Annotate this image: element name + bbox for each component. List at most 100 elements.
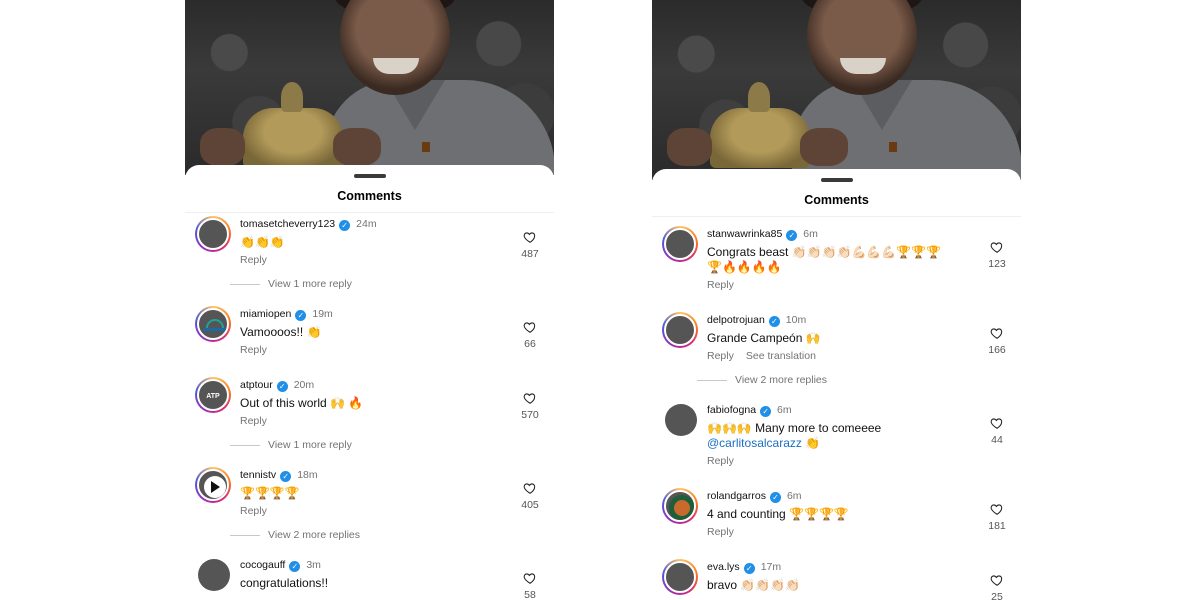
like-button[interactable]: 570 bbox=[510, 391, 550, 421]
like-count: 123 bbox=[988, 258, 1006, 270]
comment-text: Out of this world 🙌 🔥 bbox=[240, 396, 364, 410]
heart-outline-icon bbox=[523, 322, 536, 333]
tomas-avatar[interactable] bbox=[195, 216, 231, 252]
reply-button[interactable]: Reply bbox=[240, 415, 267, 427]
atp-logo-text: ATP bbox=[197, 379, 229, 411]
mention-link[interactable]: @carlitosalcarazz bbox=[707, 436, 802, 450]
view-replies-link[interactable]: View 2 more replies bbox=[230, 529, 360, 541]
heart-outline-icon bbox=[523, 573, 536, 584]
comments-sheet: Comments stanwawrinka85 ✓ 6m Congrats beas… bbox=[652, 169, 1021, 600]
comment-text: Congrats beast 👏🏻👏🏻👏🏻👏🏻💪🏻💪🏻💪🏻🏆🏆🏆 🏆🔥🔥🔥🔥 bbox=[707, 245, 942, 274]
like-button[interactable]: 405 bbox=[510, 481, 550, 511]
atp-tour-logo-avatar[interactable]: ATP bbox=[195, 377, 231, 413]
comment-username[interactable]: delpotrojuan bbox=[707, 314, 765, 326]
fabiofogna-avatar[interactable] bbox=[665, 404, 697, 436]
like-button[interactable]: 166 bbox=[977, 326, 1017, 356]
cocogauff-avatar[interactable] bbox=[198, 559, 230, 591]
like-button[interactable]: 181 bbox=[977, 502, 1017, 532]
comment-time: 18m bbox=[297, 469, 318, 481]
comment-username[interactable]: fabiofogna bbox=[707, 404, 756, 416]
view-replies-link[interactable]: View 1 more reply bbox=[230, 439, 352, 451]
comment-time: 17m bbox=[760, 561, 782, 573]
like-count: 166 bbox=[988, 344, 1006, 356]
comment-username[interactable]: miamiopen bbox=[240, 308, 291, 320]
comment-time: 19m bbox=[312, 308, 333, 320]
comment-username[interactable]: atptour bbox=[240, 379, 273, 391]
comment-text: 4 and counting 🏆🏆🏆🏆 bbox=[707, 507, 849, 521]
verified-badge-icon: ✓ bbox=[743, 563, 755, 574]
verified-badge-icon: ✓ bbox=[276, 381, 288, 392]
drag-handle[interactable] bbox=[353, 174, 386, 178]
reply-button[interactable]: Reply bbox=[240, 344, 267, 356]
like-count: 570 bbox=[521, 409, 539, 421]
title-divider bbox=[652, 216, 1021, 217]
comments-sheet: Comments tomasetcheverry123 ✓ 24m 👏👏👏 Repl… bbox=[185, 165, 554, 600]
stanwawrinka-avatar[interactable] bbox=[662, 226, 698, 262]
title-divider bbox=[185, 212, 554, 213]
reply-button[interactable]: Reply bbox=[707, 279, 734, 291]
see-translation-link[interactable]: See translation bbox=[746, 350, 816, 362]
sheet-title: Comments bbox=[804, 193, 869, 207]
verified-badge-icon: ✓ bbox=[289, 561, 301, 572]
like-count: 66 bbox=[524, 338, 536, 350]
comment-time: 6m bbox=[786, 490, 802, 502]
reply-button[interactable]: Reply bbox=[240, 254, 267, 266]
heart-outline-icon bbox=[523, 393, 536, 404]
reply-button[interactable]: Reply bbox=[240, 505, 267, 517]
comment-text: Vamoooos!! 👏 bbox=[240, 325, 322, 339]
reply-button[interactable]: Reply bbox=[707, 526, 734, 538]
verified-badge-icon: ✓ bbox=[769, 492, 781, 503]
post-photo bbox=[185, 0, 554, 175]
delpotro-avatar[interactable] bbox=[662, 312, 698, 348]
comment-time: 24m bbox=[356, 218, 377, 230]
view-replies-link[interactable]: View 2 more replies bbox=[697, 374, 827, 386]
like-button[interactable]: 123 bbox=[977, 240, 1017, 270]
verified-badge-icon: ✓ bbox=[768, 316, 780, 327]
like-button[interactable]: 66 bbox=[510, 320, 550, 350]
like-count: 487 bbox=[521, 248, 539, 260]
like-button[interactable]: 58 bbox=[510, 571, 550, 600]
reply-button[interactable]: Reply bbox=[707, 350, 734, 362]
heart-outline-icon bbox=[990, 418, 1003, 429]
comment-username[interactable]: rolandgarros bbox=[707, 490, 766, 502]
post-photo bbox=[652, 0, 1021, 180]
like-button[interactable]: 487 bbox=[510, 230, 550, 260]
comment-time: 6m bbox=[803, 228, 818, 240]
comment-username[interactable]: eva.lys bbox=[707, 561, 740, 573]
comment-username[interactable]: cocogauff bbox=[240, 559, 285, 571]
comment-text: Grande Campeón 🙌 bbox=[707, 331, 821, 345]
like-count: 181 bbox=[988, 520, 1006, 532]
verified-badge-icon: ✓ bbox=[760, 406, 772, 417]
comment-username[interactable]: tennistv bbox=[240, 469, 276, 481]
like-button[interactable]: 25 bbox=[977, 573, 1017, 600]
comment-text: congratulations!! bbox=[240, 576, 329, 590]
like-count: 58 bbox=[524, 589, 536, 600]
drag-handle[interactable] bbox=[820, 178, 853, 182]
miamiopen-logo-avatar[interactable] bbox=[195, 306, 231, 342]
comment-time: 10m bbox=[785, 314, 807, 326]
left-comments-screen: Comments tomasetcheverry123 ✓ 24m 👏👏👏 Repl… bbox=[185, 0, 554, 600]
tennistv-logo-avatar[interactable] bbox=[195, 467, 231, 503]
like-count: 405 bbox=[521, 499, 539, 511]
view-replies-link[interactable]: View 1 more reply bbox=[230, 278, 352, 290]
sheet-title: Comments bbox=[337, 189, 402, 203]
comment-time: 3m bbox=[306, 559, 321, 571]
heart-outline-icon bbox=[523, 483, 536, 494]
evalys-avatar[interactable] bbox=[662, 559, 698, 595]
comment-username[interactable]: tomasetcheverry123 bbox=[240, 218, 335, 230]
comment-username[interactable]: stanwawrinka85 bbox=[707, 228, 782, 240]
heart-outline-icon bbox=[523, 232, 536, 243]
rolandgarros-logo-avatar[interactable] bbox=[662, 488, 698, 524]
comment-text: bravo 👏🏻👏🏻👏🏻👏🏻 bbox=[707, 578, 801, 592]
like-count: 25 bbox=[991, 591, 1003, 600]
verified-badge-icon: ✓ bbox=[786, 230, 798, 241]
right-comments-screen: Comments stanwawrinka85 ✓ 6m Congrats beas… bbox=[652, 0, 1021, 600]
heart-outline-icon bbox=[990, 504, 1003, 515]
verified-badge-icon: ✓ bbox=[280, 471, 292, 482]
like-count: 44 bbox=[991, 434, 1003, 446]
reply-button[interactable]: Reply bbox=[707, 455, 734, 467]
comment-text: 🙌🙌🙌 Many more to comeeee @carlitosalcaraz… bbox=[707, 421, 882, 450]
comment-time: 6m bbox=[777, 404, 792, 416]
like-button[interactable]: 44 bbox=[977, 416, 1017, 446]
verified-badge-icon: ✓ bbox=[295, 310, 307, 321]
